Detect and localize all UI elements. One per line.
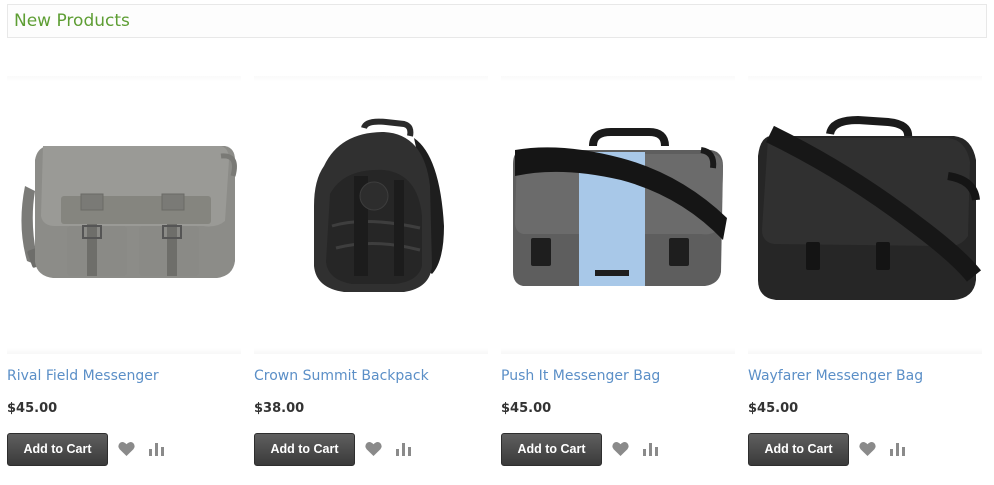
product-image[interactable] — [7, 76, 241, 354]
bar-chart-icon[interactable] — [889, 441, 907, 457]
product-name-link[interactable]: Rival Field Messenger — [7, 368, 159, 384]
product-image[interactable] — [254, 76, 488, 354]
backpack-image — [314, 118, 444, 292]
add-to-cart-button[interactable]: Add to Cart — [501, 433, 602, 466]
messenger-bag-image — [513, 128, 727, 286]
heart-icon[interactable] — [118, 441, 135, 457]
messenger-bag-image — [758, 115, 982, 300]
bar-chart-icon[interactable] — [395, 441, 413, 457]
product-price: $45.00 — [501, 401, 552, 416]
add-to-cart-button[interactable]: Add to Cart — [254, 433, 355, 466]
product-price: $45.00 — [7, 401, 58, 416]
product-name-link[interactable]: Crown Summit Backpack — [254, 368, 429, 384]
product-price: $38.00 — [254, 401, 305, 416]
product-name-link[interactable]: Push It Messenger Bag — [501, 368, 660, 384]
heart-icon[interactable] — [612, 441, 629, 457]
add-to-cart-button[interactable]: Add to Cart — [7, 433, 108, 466]
product-card: Crown Summit Backpack $38.00 Add to Cart — [254, 76, 488, 476]
product-card: Push It Messenger Bag $45.00 Add to Cart — [501, 76, 735, 476]
bar-chart-icon[interactable] — [642, 441, 660, 457]
product-card: Wayfarer Messenger Bag $45.00 Add to Car… — [748, 76, 982, 476]
product-name-link[interactable]: Wayfarer Messenger Bag — [748, 368, 923, 384]
product-grid: Rival Field Messenger $45.00 Add to Cart — [0, 0, 994, 485]
product-card: Rival Field Messenger $45.00 Add to Cart — [7, 76, 241, 476]
product-image[interactable] — [501, 76, 735, 354]
product-image[interactable] — [748, 76, 982, 354]
heart-icon[interactable] — [859, 441, 876, 457]
heart-icon[interactable] — [365, 441, 382, 457]
product-price: $45.00 — [748, 401, 799, 416]
bar-chart-icon[interactable] — [148, 441, 166, 457]
messenger-bag-image — [21, 146, 237, 278]
add-to-cart-button[interactable]: Add to Cart — [748, 433, 849, 466]
